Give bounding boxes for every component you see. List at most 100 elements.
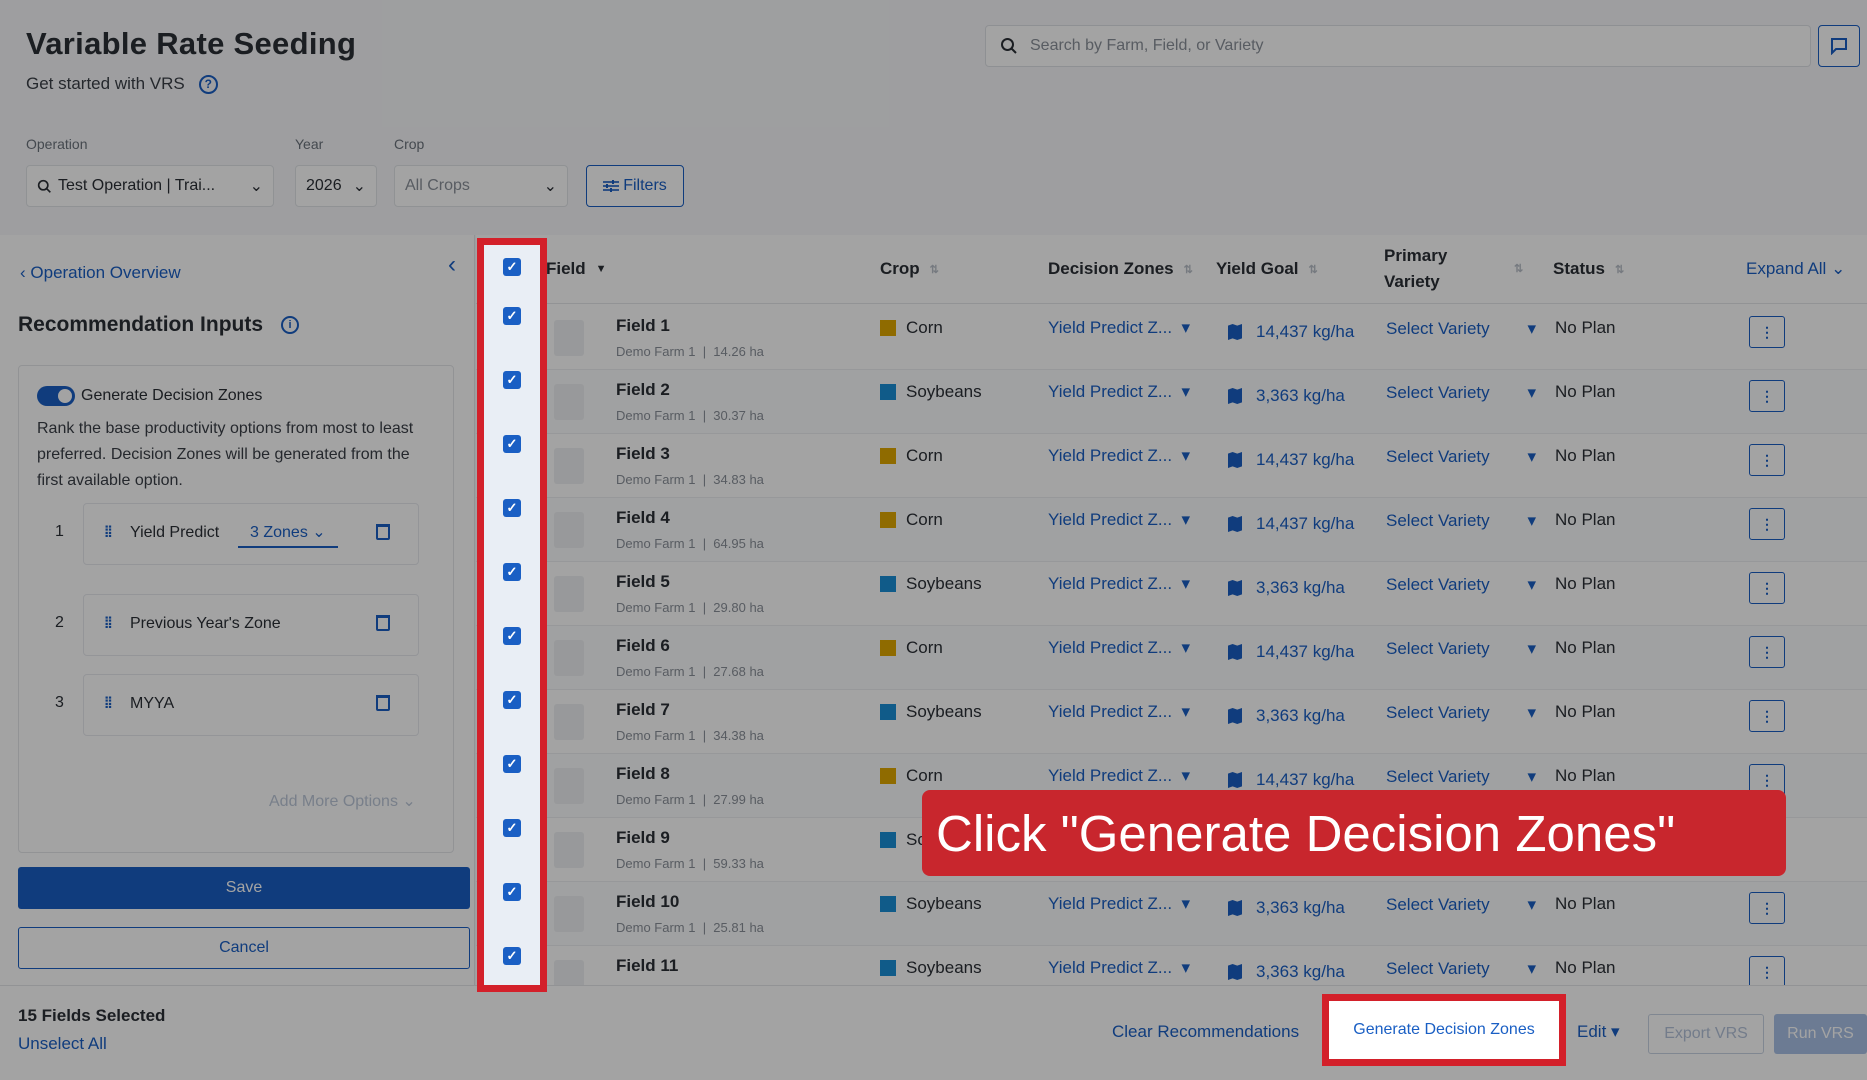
yield-goal-cell[interactable]: 3,363 kg/ha bbox=[1228, 706, 1345, 726]
table-row[interactable]: Field 10 Demo Farm 1 | 25.81 ha Soybeans Yi… bbox=[476, 882, 1867, 946]
edit-menu-button[interactable]: Edit ▾ bbox=[1577, 1022, 1620, 1042]
trash-icon[interactable] bbox=[376, 695, 390, 711]
decision-zones-select[interactable]: Yield Predict Z... ▾ bbox=[1048, 638, 1190, 658]
drag-handle-icon[interactable]: ⁞⁞ bbox=[104, 615, 113, 633]
variety-select[interactable]: Select Variety ▾ bbox=[1386, 447, 1536, 467]
clear-recommendations-button[interactable]: Clear Recommendations bbox=[1112, 1022, 1299, 1042]
save-button[interactable]: Save bbox=[18, 867, 470, 909]
field-name[interactable]: Field 11 bbox=[616, 956, 678, 976]
decision-zones-select[interactable]: Yield Predict Z... ▾ bbox=[1048, 894, 1190, 914]
operation-overview-link[interactable]: ‹ Operation Overview bbox=[20, 263, 181, 283]
column-header-field[interactable]: Field ▼ bbox=[546, 235, 607, 303]
info-icon[interactable]: i bbox=[281, 316, 300, 334]
row-checkbox[interactable]: ✓ bbox=[503, 691, 521, 709]
row-checkbox[interactable]: ✓ bbox=[503, 371, 521, 389]
column-header-decision-zones[interactable]: Decision Zones ⇅ bbox=[1048, 235, 1193, 303]
row-checkbox[interactable]: ✓ bbox=[503, 627, 521, 645]
decision-zones-select[interactable]: Yield Predict Z... ▾ bbox=[1048, 574, 1190, 594]
row-checkbox[interactable]: ✓ bbox=[503, 499, 521, 517]
yield-goal-cell[interactable]: 14,437 kg/ha bbox=[1228, 770, 1354, 790]
variety-select[interactable]: Select Variety ▾ bbox=[1386, 639, 1536, 659]
decision-zones-select[interactable]: Yield Predict Z... ▾ bbox=[1048, 958, 1190, 978]
option-card[interactable]: ⁞⁞ MYYA bbox=[83, 674, 419, 736]
drag-handle-icon[interactable]: ⁞⁞ bbox=[104, 695, 113, 713]
table-row[interactable]: Field 7 Demo Farm 1 | 34.38 ha Soybeans Yie… bbox=[476, 690, 1867, 754]
variety-select[interactable]: Select Variety ▾ bbox=[1386, 959, 1536, 979]
variety-select[interactable]: Select Variety ▾ bbox=[1386, 767, 1536, 787]
decision-zones-select[interactable]: Yield Predict Z... ▾ bbox=[1048, 382, 1190, 402]
row-checkbox[interactable]: ✓ bbox=[503, 563, 521, 581]
field-name[interactable]: Field 1 bbox=[616, 316, 670, 336]
trash-icon[interactable] bbox=[376, 615, 390, 631]
variety-select[interactable]: Select Variety ▾ bbox=[1386, 319, 1536, 339]
yield-goal-cell[interactable]: 14,437 kg/ha bbox=[1228, 642, 1354, 662]
row-menu-button[interactable]: ⋮ bbox=[1749, 316, 1785, 348]
field-name[interactable]: Field 4 bbox=[616, 508, 670, 528]
yield-goal-cell[interactable]: 3,363 kg/ha bbox=[1228, 962, 1345, 982]
decision-zones-select[interactable]: Yield Predict Z... ▾ bbox=[1048, 702, 1190, 722]
row-checkbox[interactable]: ✓ bbox=[503, 755, 521, 773]
row-menu-button[interactable]: ⋮ bbox=[1749, 956, 1785, 985]
row-menu-button[interactable]: ⋮ bbox=[1749, 572, 1785, 604]
option-card[interactable]: ⁞⁞ Previous Year's Zone bbox=[83, 594, 419, 656]
column-header-crop[interactable]: Crop ⇅ bbox=[880, 235, 939, 303]
option-card[interactable]: ⁞⁞ Yield Predict 3 Zones ⌄ bbox=[83, 503, 419, 565]
row-checkbox[interactable]: ✓ bbox=[503, 435, 521, 453]
trash-icon[interactable] bbox=[376, 524, 390, 540]
field-name[interactable]: Field 9 bbox=[616, 828, 670, 848]
yield-goal-cell[interactable]: 14,437 kg/ha bbox=[1228, 450, 1354, 470]
crop-select[interactable]: All Crops ⌄ bbox=[394, 165, 568, 207]
variety-select[interactable]: Select Variety ▾ bbox=[1386, 575, 1536, 595]
unselect-all-link[interactable]: Unselect All bbox=[18, 1034, 107, 1054]
row-menu-button[interactable]: ⋮ bbox=[1749, 700, 1785, 732]
chat-button[interactable] bbox=[1818, 25, 1860, 67]
operation-select[interactable]: Test Operation | Trai... ⌄ bbox=[26, 165, 274, 207]
collapse-panel-icon[interactable]: ‹ bbox=[448, 251, 456, 279]
yield-goal-cell[interactable]: 14,437 kg/ha bbox=[1228, 322, 1354, 342]
column-header-yield-goal[interactable]: Yield Goal ⇅ bbox=[1216, 235, 1318, 303]
row-menu-button[interactable]: ⋮ bbox=[1749, 508, 1785, 540]
year-select[interactable]: 2026 ⌄ bbox=[295, 165, 377, 207]
drag-handle-icon[interactable]: ⁞⁞ bbox=[104, 524, 113, 542]
row-menu-button[interactable]: ⋮ bbox=[1749, 380, 1785, 412]
decision-zones-select[interactable]: Yield Predict Z... ▾ bbox=[1048, 446, 1190, 466]
search-input[interactable]: Search by Farm, Field, or Variety bbox=[985, 25, 1811, 67]
generate-decision-zones-button[interactable]: Generate Decision Zones bbox=[1331, 1004, 1557, 1056]
decision-zones-select[interactable]: Yield Predict Z... ▾ bbox=[1048, 766, 1190, 786]
select-all-checkbox[interactable]: ✓ bbox=[503, 258, 521, 276]
row-checkbox[interactable]: ✓ bbox=[503, 307, 521, 325]
help-icon[interactable]: ? bbox=[198, 74, 218, 94]
filters-button[interactable]: Filters bbox=[586, 165, 684, 207]
row-menu-button[interactable]: ⋮ bbox=[1749, 892, 1785, 924]
expand-all-button[interactable]: Expand All ⌄ bbox=[1746, 235, 1845, 303]
decision-zones-select[interactable]: Yield Predict Z... ▾ bbox=[1048, 318, 1190, 338]
variety-select[interactable]: Select Variety ▾ bbox=[1386, 895, 1536, 915]
column-header-status[interactable]: Status ⇅ bbox=[1553, 235, 1624, 303]
variety-select[interactable]: Select Variety ▾ bbox=[1386, 703, 1536, 723]
table-row[interactable]: Field 5 Demo Farm 1 | 29.80 ha Soybeans Yie… bbox=[476, 562, 1867, 626]
field-name[interactable]: Field 6 bbox=[616, 636, 670, 656]
row-checkbox[interactable]: ✓ bbox=[503, 819, 521, 837]
yield-goal-cell[interactable]: 3,363 kg/ha bbox=[1228, 898, 1345, 918]
table-row[interactable]: Field 11 Soybeans Yield Predict Z... ▾ 3,36… bbox=[476, 946, 1867, 985]
row-menu-button[interactable]: ⋮ bbox=[1749, 636, 1785, 668]
decision-zones-select[interactable]: Yield Predict Z... ▾ bbox=[1048, 510, 1190, 530]
field-name[interactable]: Field 5 bbox=[616, 572, 670, 592]
table-row[interactable]: Field 1 Demo Farm 1 | 14.26 ha Corn Yield P… bbox=[476, 306, 1867, 370]
table-row[interactable]: Field 2 Demo Farm 1 | 30.37 ha Soybeans Yie… bbox=[476, 370, 1867, 434]
yield-goal-cell[interactable]: 3,363 kg/ha bbox=[1228, 578, 1345, 598]
row-checkbox[interactable]: ✓ bbox=[503, 883, 521, 901]
run-vrs-button[interactable]: Run VRS bbox=[1774, 1014, 1867, 1054]
table-row[interactable]: Field 6 Demo Farm 1 | 27.68 ha Corn Yield P… bbox=[476, 626, 1867, 690]
field-name[interactable]: Field 3 bbox=[616, 444, 670, 464]
variety-select[interactable]: Select Variety ▾ bbox=[1386, 511, 1536, 531]
field-name[interactable]: Field 8 bbox=[616, 764, 670, 784]
add-more-options-link[interactable]: Add More Options ⌄ bbox=[269, 791, 416, 811]
row-menu-button[interactable]: ⋮ bbox=[1749, 444, 1785, 476]
column-header-primary-variety[interactable]: Primary Variety ⇅ bbox=[1384, 235, 1534, 303]
variety-select[interactable]: Select Variety ▾ bbox=[1386, 383, 1536, 403]
generate-zones-toggle[interactable] bbox=[37, 386, 75, 406]
cancel-button[interactable]: Cancel bbox=[18, 927, 470, 969]
table-row[interactable]: Field 4 Demo Farm 1 | 64.95 ha Corn Yield P… bbox=[476, 498, 1867, 562]
yield-goal-cell[interactable]: 3,363 kg/ha bbox=[1228, 386, 1345, 406]
